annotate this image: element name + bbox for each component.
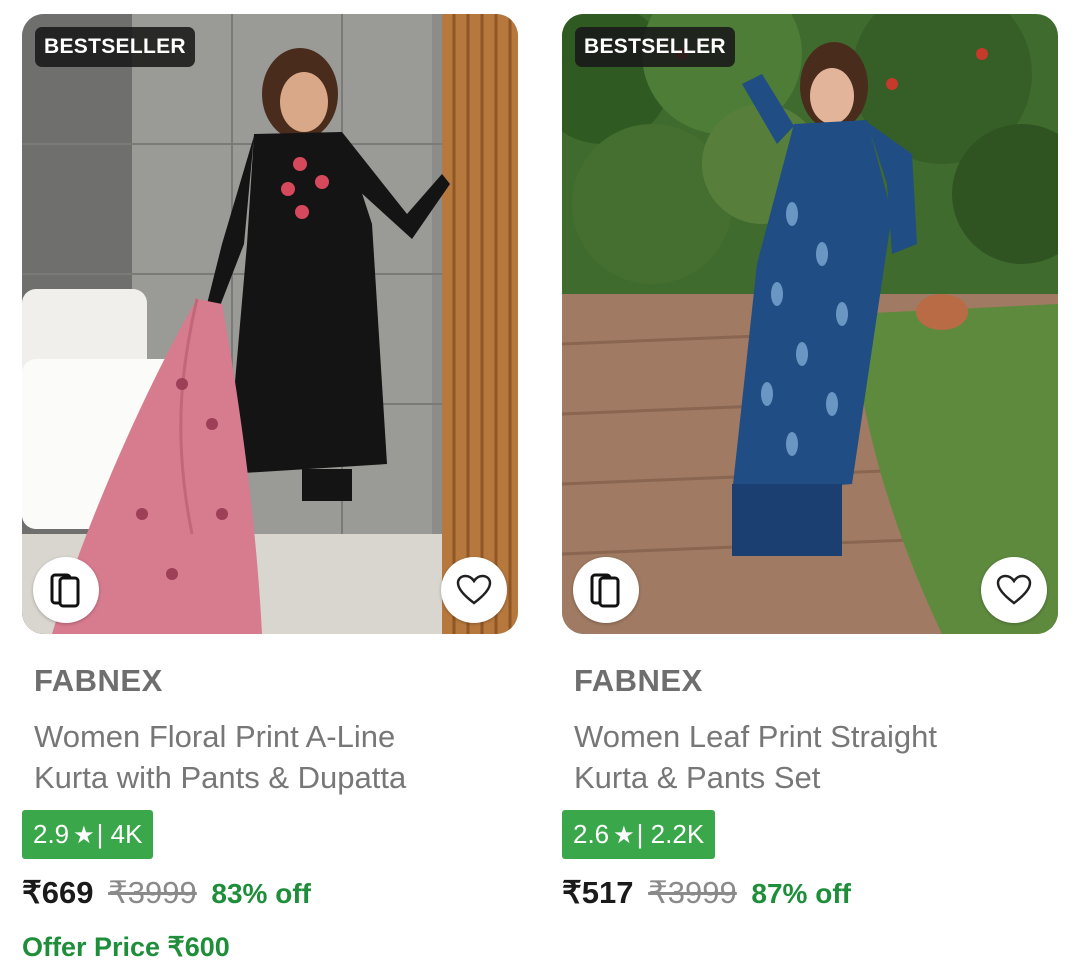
product-photo	[562, 14, 1058, 634]
product-photo	[22, 14, 518, 634]
star-icon: ★	[73, 822, 95, 849]
star-icon: ★	[613, 822, 635, 849]
product-title-line: Kurta & Pants Set	[574, 760, 821, 795]
similar-products-icon	[50, 573, 80, 608]
product-image[interactable]: BESTSELLER	[22, 14, 518, 634]
heart-icon	[996, 574, 1032, 605]
product-title-line: Women Floral Print A-Line	[34, 719, 396, 754]
discount-percent: 83% off	[211, 878, 311, 909]
rating-separator: |	[636, 819, 644, 849]
original-price: ₹3999	[108, 875, 197, 910]
wishlist-button[interactable]	[441, 557, 507, 623]
discount-percent: 87% off	[751, 878, 851, 909]
offer-price: Offer Price ₹600	[22, 932, 230, 962]
product-image[interactable]: BESTSELLER	[562, 14, 1058, 634]
similar-products-button[interactable]	[573, 557, 639, 623]
product-title[interactable]: Women Floral Print A-Line Kurta with Pan…	[34, 716, 514, 798]
bestseller-badge: BESTSELLER	[575, 27, 735, 67]
product-card[interactable]: BESTSELLER FABNEX Women Floral Print A-L…	[22, 14, 518, 963]
product-title-line: Women Leaf Print Straight	[574, 719, 937, 754]
rating-count: 4K	[110, 819, 143, 849]
product-card[interactable]: BESTSELLER FABNEX Women Leaf Print Strai…	[562, 14, 1058, 912]
rating-badge: 2.6 ★| 2.2K	[562, 810, 716, 859]
rating-count: 2.2K	[650, 819, 705, 849]
bestseller-badge: BESTSELLER	[35, 27, 195, 67]
wishlist-button[interactable]	[981, 557, 1047, 623]
original-price: ₹3999	[648, 875, 737, 910]
heart-icon	[456, 574, 492, 605]
rating-value: 2.6	[573, 819, 610, 849]
rating-value: 2.9	[33, 819, 70, 849]
product-title-line: Kurta with Pants & Dupatta	[34, 760, 407, 795]
rating-separator: |	[96, 819, 104, 849]
brand-name: FABNEX	[574, 663, 703, 698]
price-row: ₹517 ₹3999 87% off	[562, 875, 1058, 912]
similar-products-button[interactable]	[33, 557, 99, 623]
selling-price: ₹669	[22, 875, 94, 910]
selling-price: ₹517	[562, 875, 634, 910]
brand-name: FABNEX	[34, 663, 163, 698]
rating-badge: 2.9 ★| 4K	[22, 810, 154, 859]
similar-products-icon	[590, 573, 620, 608]
price-row: ₹669 ₹3999 83% off	[22, 875, 518, 912]
product-title[interactable]: Women Leaf Print Straight Kurta & Pants …	[574, 716, 1054, 798]
